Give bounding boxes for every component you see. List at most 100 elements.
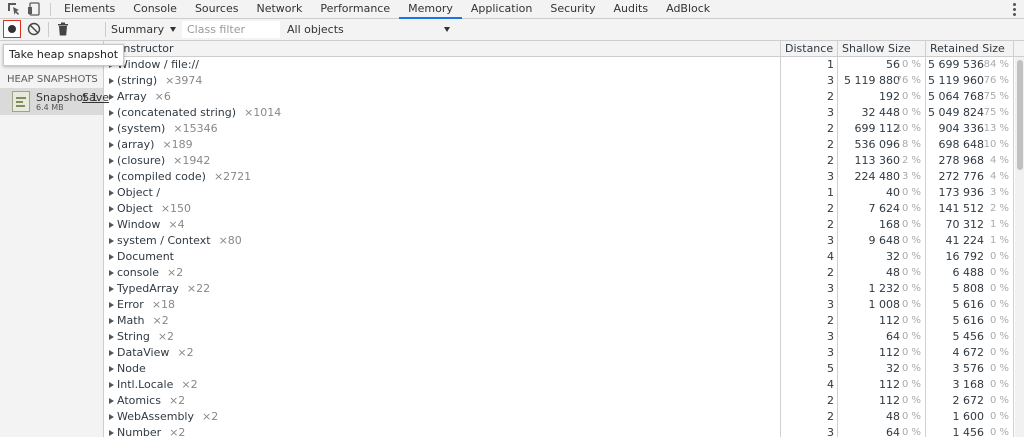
expand-triangle-icon[interactable] — [109, 110, 114, 116]
expand-triangle-icon[interactable] — [109, 142, 114, 148]
expand-triangle-icon[interactable] — [109, 382, 114, 388]
expand-triangle-icon[interactable] — [109, 398, 114, 404]
constructor-cell: (array) ×189 — [109, 137, 193, 153]
expand-triangle-icon[interactable] — [109, 350, 114, 356]
tab-elements[interactable]: Elements — [55, 0, 124, 19]
shallow-size-cell: 536 096 — [854, 138, 901, 151]
tab-application[interactable]: Application — [462, 0, 541, 19]
distance-cell: 3 — [827, 106, 834, 119]
clear-all-profiles-icon[interactable] — [27, 22, 41, 36]
tab-security[interactable]: Security — [541, 0, 604, 19]
grid-scrollbar-thumb[interactable] — [1017, 60, 1023, 170]
tab-audits[interactable]: Audits — [605, 0, 658, 19]
table-row[interactable]: system / Context ×80 3 9 648 0 % 41 224 1 % — [104, 233, 1014, 249]
take-heap-snapshot-button[interactable] — [3, 20, 21, 38]
instance-count: ×2 — [152, 314, 169, 327]
retained-size-percent: 2 % — [989, 203, 1009, 214]
table-row[interactable]: (array) ×189 2 536 096 8 % 698 648 10 % — [104, 137, 1014, 153]
expand-triangle-icon[interactable] — [109, 414, 114, 420]
table-row[interactable]: (concatenated string) ×1014 3 32 448 0 % 5 04… — [104, 105, 1014, 121]
view-mode-select[interactable]: Summary — [111, 19, 164, 40]
tab-adblock[interactable]: AdBlock — [657, 0, 719, 19]
shallow-size-percent: 0 % — [901, 283, 921, 294]
more-menu-icon[interactable] — [1013, 3, 1016, 16]
snapshot-item[interactable]: Snapshot 1 Save 6.4 MB — [0, 88, 109, 115]
expand-triangle-icon[interactable] — [109, 206, 114, 212]
table-row[interactable]: Document 4 32 0 % 16 792 0 % — [104, 249, 1014, 265]
table-row[interactable]: String ×2 3 64 0 % 5 456 0 % — [104, 329, 1014, 345]
table-row[interactable]: Node 5 32 0 % 3 576 0 % — [104, 361, 1014, 377]
device-toolbar-icon[interactable] — [27, 2, 41, 16]
constructor-name: Intl.Locale — [117, 378, 174, 391]
shallow-size-cell: 224 480 — [854, 170, 901, 183]
inspect-element-icon[interactable] — [7, 2, 21, 16]
table-row[interactable]: Intl.Locale ×2 4 112 0 % 3 168 0 % — [104, 377, 1014, 393]
expand-triangle-icon[interactable] — [109, 94, 114, 100]
table-row[interactable]: Math ×2 2 112 0 % 5 616 0 % — [104, 313, 1014, 329]
expand-triangle-icon[interactable] — [109, 254, 114, 260]
constructor-name: (concatenated string) — [117, 106, 237, 119]
retained-size-percent: 0 % — [989, 315, 1009, 326]
constructor-name: Error — [117, 298, 144, 311]
retained-size-percent: 1 % — [989, 235, 1009, 246]
tab-memory[interactable]: Memory — [399, 0, 462, 19]
expand-triangle-icon[interactable] — [109, 286, 114, 292]
table-row[interactable]: Window ×4 2 168 0 % 70 312 1 % — [104, 217, 1014, 233]
trash-icon[interactable] — [57, 22, 69, 36]
expand-triangle-icon[interactable] — [109, 302, 114, 308]
class-filter-input[interactable] — [182, 21, 280, 38]
shallow-size-percent: 10 % — [895, 123, 921, 134]
distance-column-header[interactable]: Distance — [785, 41, 833, 57]
constructor-cell: Window ×4 — [109, 217, 185, 233]
tab-performance[interactable]: Performance — [311, 0, 399, 19]
table-row[interactable]: (compiled code) ×2721 3 224 480 3 % 272 776 4 … — [104, 169, 1014, 185]
table-row[interactable]: DataView ×2 3 112 0 % 4 672 0 % — [104, 345, 1014, 361]
objects-filter-select[interactable]: All objects — [287, 19, 344, 40]
shallow-size-percent: 0 % — [901, 235, 921, 246]
constructor-name: Object / — [117, 186, 161, 199]
expand-triangle-icon[interactable] — [109, 158, 114, 164]
table-row[interactable]: Object ×150 2 7 624 0 % 141 512 2 % — [104, 201, 1014, 217]
shallow-size-cell: 40 — [886, 186, 900, 199]
table-row[interactable]: TypedArray ×22 3 1 232 0 % 5 808 0 % — [104, 281, 1014, 297]
tab-console[interactable]: Console — [124, 0, 186, 19]
shallow-size-cell: 112 — [879, 346, 900, 359]
table-row[interactable]: Atomics ×2 2 112 0 % 2 672 0 % — [104, 393, 1014, 409]
expand-triangle-icon[interactable] — [109, 238, 114, 244]
table-row[interactable]: Window / file:// 1 56 0 % 5 699 536 84 % — [104, 57, 1014, 73]
expand-triangle-icon[interactable] — [109, 430, 114, 436]
expand-triangle-icon[interactable] — [109, 126, 114, 132]
table-row[interactable]: console ×2 2 48 0 % 6 488 0 % — [104, 265, 1014, 281]
shallow-size-column-header[interactable]: Shallow Size — [842, 41, 911, 57]
constructor-name: system / Context — [117, 234, 211, 247]
expand-triangle-icon[interactable] — [109, 334, 114, 340]
tab-network[interactable]: Network — [247, 0, 311, 19]
table-row[interactable]: Array ×6 2 192 0 % 5 064 768 75 % — [104, 89, 1014, 105]
shallow-size-percent: 76 % — [895, 75, 921, 86]
table-row[interactable]: WebAssembly ×2 2 48 0 % 1 600 0 % — [104, 409, 1014, 425]
table-row[interactable]: Number ×2 3 64 0 % 1 456 0 % — [104, 425, 1014, 437]
expand-triangle-icon[interactable] — [109, 190, 114, 196]
expand-triangle-icon[interactable] — [109, 222, 114, 228]
distance-cell: 1 — [827, 58, 834, 71]
instance-count: ×1942 — [173, 154, 211, 167]
tab-sources[interactable]: Sources — [186, 0, 248, 19]
retained-size-percent: 0 % — [989, 363, 1009, 374]
table-row[interactable]: (system) ×15346 2 699 112 10 % 904 336 13 % — [104, 121, 1014, 137]
table-row[interactable]: (closure) ×1942 2 113 360 2 % 278 968 4 % — [104, 153, 1014, 169]
constructor-name: (compiled code) — [117, 170, 206, 183]
retained-size-percent: 76 % — [983, 75, 1009, 86]
table-row[interactable]: Error ×18 3 1 008 0 % 5 616 0 % — [104, 297, 1014, 313]
expand-triangle-icon[interactable] — [109, 78, 114, 84]
constructor-name: Number — [117, 426, 162, 437]
retained-size-column-header[interactable]: Retained Size — [930, 41, 1005, 57]
constructor-name: Math — [117, 314, 145, 327]
expand-triangle-icon[interactable] — [109, 366, 114, 372]
table-row[interactable]: Object / 1 40 0 % 173 936 3 % — [104, 185, 1014, 201]
instance-count: ×18 — [151, 298, 176, 311]
expand-triangle-icon[interactable] — [109, 174, 114, 180]
retained-size-percent: 0 % — [989, 347, 1009, 358]
expand-triangle-icon[interactable] — [109, 318, 114, 324]
expand-triangle-icon[interactable] — [109, 270, 114, 276]
table-row[interactable]: (string) ×3974 3 5 119 880 76 % 5 119 960 76 % — [104, 73, 1014, 89]
